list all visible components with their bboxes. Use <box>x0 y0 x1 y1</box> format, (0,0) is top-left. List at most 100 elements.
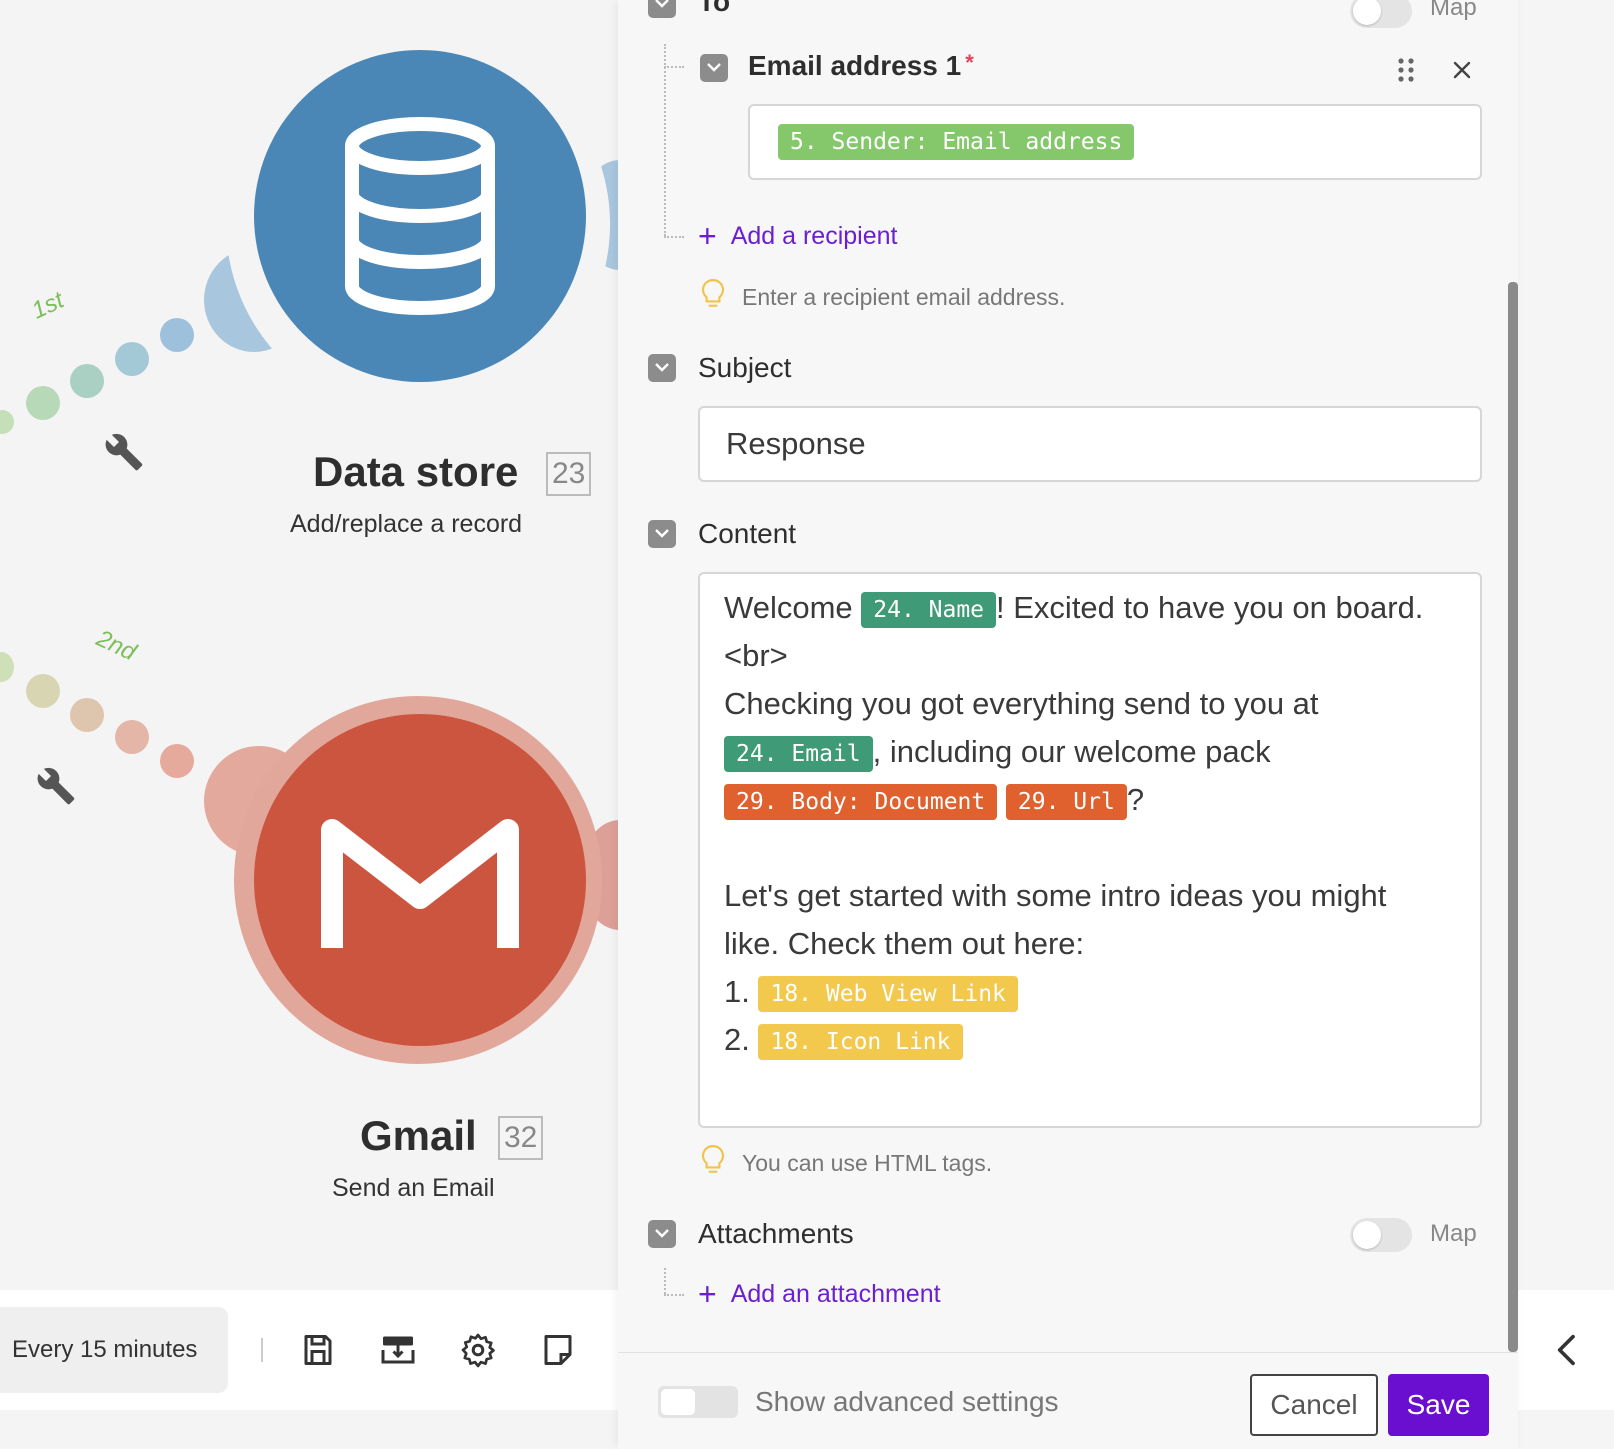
route-dot <box>0 652 14 682</box>
email-address-input[interactable]: 5. Sender: Email address <box>748 104 1482 180</box>
toggle-knob <box>1353 0 1381 25</box>
module-id-badge: 23 <box>546 452 592 496</box>
required-marker: * <box>734 0 743 11</box>
route-order-label: 2nd <box>92 624 141 667</box>
content-text-run: , including our welcome pack <box>872 734 1271 769</box>
route-dot <box>70 698 104 732</box>
attachments-map-label: Map <box>1430 1220 1477 1247</box>
mapped-value-pill[interactable]: 5. Sender: Email address <box>778 124 1135 160</box>
add-recipient-text: Add a recipient <box>730 222 898 250</box>
lightbulb-icon <box>702 279 724 307</box>
content-hint: You can use HTML tags. <box>742 1150 993 1176</box>
content-line: <br> <box>724 638 788 673</box>
scenario-canvas: 1st Data store 23 Add/replace a record 2… <box>0 0 620 1448</box>
route-dot <box>26 674 60 708</box>
mapped-value-pill[interactable]: 24. Email <box>724 735 873 772</box>
to-map-label: Map <box>1430 0 1477 21</box>
module-name: Data store <box>313 448 519 495</box>
module-id-badge: 32 <box>498 1116 544 1160</box>
add-attachment-link[interactable]: + Add an attachment <box>698 1276 941 1313</box>
content-label: Content <box>698 518 797 549</box>
route-dot <box>160 318 194 352</box>
content-text-run: Welcome <box>724 590 862 625</box>
close-icon[interactable] <box>1450 58 1474 82</box>
tree-line <box>664 1268 666 1294</box>
add-recipient-link[interactable]: + Add a recipient <box>698 218 897 255</box>
toggle-knob <box>1353 1221 1381 1249</box>
content-line-empty <box>724 824 1424 872</box>
content-text-run: ? <box>1126 782 1145 817</box>
cancel-button[interactable]: Cancel <box>1250 1374 1378 1436</box>
route-dot <box>70 364 104 398</box>
gmail-module[interactable] <box>254 714 586 1046</box>
route-dot <box>115 342 149 376</box>
module-action: Add/replace a record <box>290 510 523 538</box>
module-action: Send an Email <box>332 1174 495 1202</box>
advanced-settings-label: Show advanced settings <box>755 1386 1059 1417</box>
email-address-label: Email address 1 * <box>748 50 974 82</box>
list-number: 2. <box>724 1022 750 1057</box>
content-line: 29. Body: Document 29. Url? <box>724 776 1424 824</box>
module-name: Gmail <box>360 1112 477 1159</box>
toolbar-divider <box>261 1338 263 1362</box>
plus-icon: + <box>698 218 717 254</box>
to-map-toggle[interactable] <box>1350 0 1412 28</box>
gmail-m-icon <box>321 819 519 948</box>
toggle-knob <box>661 1389 695 1415</box>
panel-scrollbar[interactable] <box>1508 282 1518 1352</box>
subject-input[interactable]: Response <box>698 406 1482 482</box>
route-dot <box>160 744 194 778</box>
route-dot <box>26 386 60 420</box>
to-label: To* <box>698 0 743 18</box>
email-address-collapse-checkbox[interactable] <box>700 54 728 82</box>
mapped-value-pill[interactable]: 29. Body: Document <box>724 783 998 820</box>
list-number: 1. <box>724 974 750 1009</box>
wrench-icon[interactable] <box>104 432 144 472</box>
recipient-hint: Enter a recipient email address. <box>742 284 1066 310</box>
flow-control-icon[interactable] <box>380 1332 416 1368</box>
content-line: 1. 18. Web View Link <box>724 968 1424 1016</box>
attachments-label: Attachments <box>698 1218 854 1249</box>
notes-icon[interactable] <box>540 1332 576 1368</box>
to-collapse-checkbox[interactable] <box>648 0 676 18</box>
content-line: Checking you got everything send to you … <box>724 686 1319 721</box>
subject-value: Response <box>726 426 866 461</box>
mapped-value-pill[interactable]: 29. Url <box>1005 783 1127 820</box>
route-dot <box>0 410 14 434</box>
tree-line <box>664 66 684 68</box>
route-dot <box>115 720 149 754</box>
content-text-run: ! Excited to have you on board. <box>996 590 1424 625</box>
wrench-icon[interactable] <box>36 766 76 806</box>
schedule-button[interactable]: Every 15 minutes <box>0 1307 228 1393</box>
tree-line <box>664 1294 684 1296</box>
subject-label: Subject <box>698 352 792 383</box>
attachments-map-toggle[interactable] <box>1350 1218 1412 1252</box>
settings-icon[interactable] <box>460 1332 496 1368</box>
subject-collapse-checkbox[interactable] <box>648 354 676 382</box>
tree-line <box>664 44 666 236</box>
save-icon[interactable] <box>300 1332 336 1368</box>
content-line: 24. Email, including our welcome pack <box>724 728 1424 776</box>
content-line: Welcome 24. Name! Excited to have you on… <box>724 584 1424 632</box>
required-marker: * <box>965 50 974 75</box>
attachments-collapse-checkbox[interactable] <box>648 1220 676 1248</box>
chevron-left-icon[interactable] <box>1548 1330 1588 1370</box>
mapped-value-pill[interactable]: 18. Web View Link <box>758 975 1018 1012</box>
advanced-settings-toggle[interactable] <box>658 1386 738 1418</box>
add-attachment-text: Add an attachment <box>730 1280 941 1308</box>
database-icon <box>345 117 495 315</box>
save-button[interactable]: Save <box>1388 1374 1489 1436</box>
mapped-value-pill[interactable]: 24. Name <box>861 591 997 628</box>
to-label-text: To <box>698 0 731 17</box>
lightbulb-icon <box>702 1145 724 1173</box>
content-collapse-checkbox[interactable] <box>648 520 676 548</box>
mapped-value-pill[interactable]: 18. Icon Link <box>758 1023 963 1060</box>
drag-handle-icon[interactable] <box>1396 56 1416 84</box>
tree-line <box>664 236 684 238</box>
content-line: 2. 18. Icon Link <box>724 1016 1424 1064</box>
content-line: Let's get started with some intro ideas … <box>724 878 1387 961</box>
plus-icon: + <box>698 1276 717 1312</box>
data-store-module[interactable] <box>254 50 586 382</box>
content-text[interactable]: Welcome 24. Name! Excited to have you on… <box>724 584 1424 1064</box>
route-order-label: 1st <box>27 286 69 325</box>
